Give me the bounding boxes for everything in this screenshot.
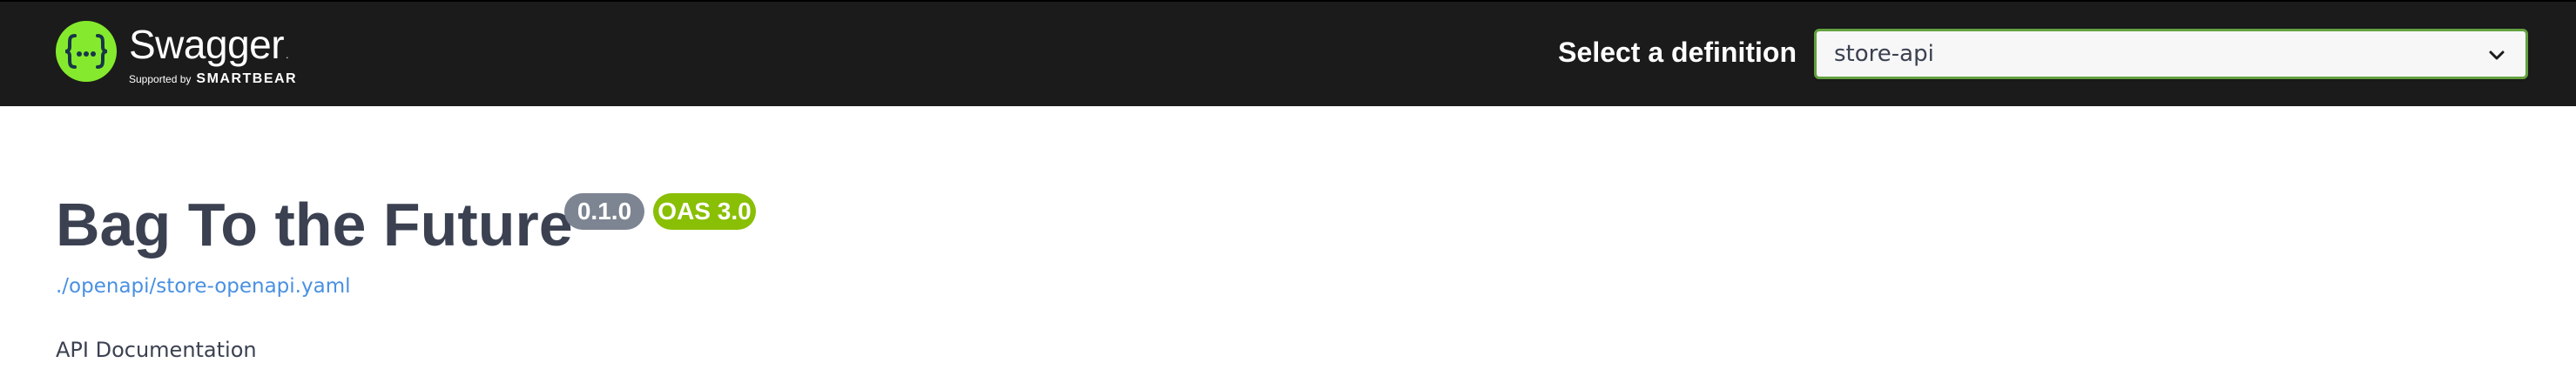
definition-label: Select a definition [1558,37,1797,68]
definition-selected-value: store-api [1834,41,1934,67]
swagger-logo-icon[interactable] [56,21,117,82]
page-title: Bag To the Future [56,191,573,258]
definition-select[interactable]: store-api [1814,29,2528,79]
oas-version-badge: OAS 3.0 [653,193,756,230]
logo-subtitle: Supported by SMARTBEAR [129,71,297,87]
logo-tm: . [286,49,288,61]
topbar: Swagger. Supported by SMARTBEAR Select a … [0,0,2576,106]
chevron-down-icon [2489,50,2505,60]
swagger-wordmark[interactable]: Swagger. [129,21,288,78]
supported-by-text: Supported by [129,73,192,85]
logo-text: Swagger [129,22,285,67]
api-description: API Documentation [56,338,257,362]
smartbear-brand: SMARTBEAR [196,71,298,86]
version-badge: 0.1.0 [564,193,644,230]
spec-url-link[interactable]: ./openapi/store-openapi.yaml [56,273,351,299]
